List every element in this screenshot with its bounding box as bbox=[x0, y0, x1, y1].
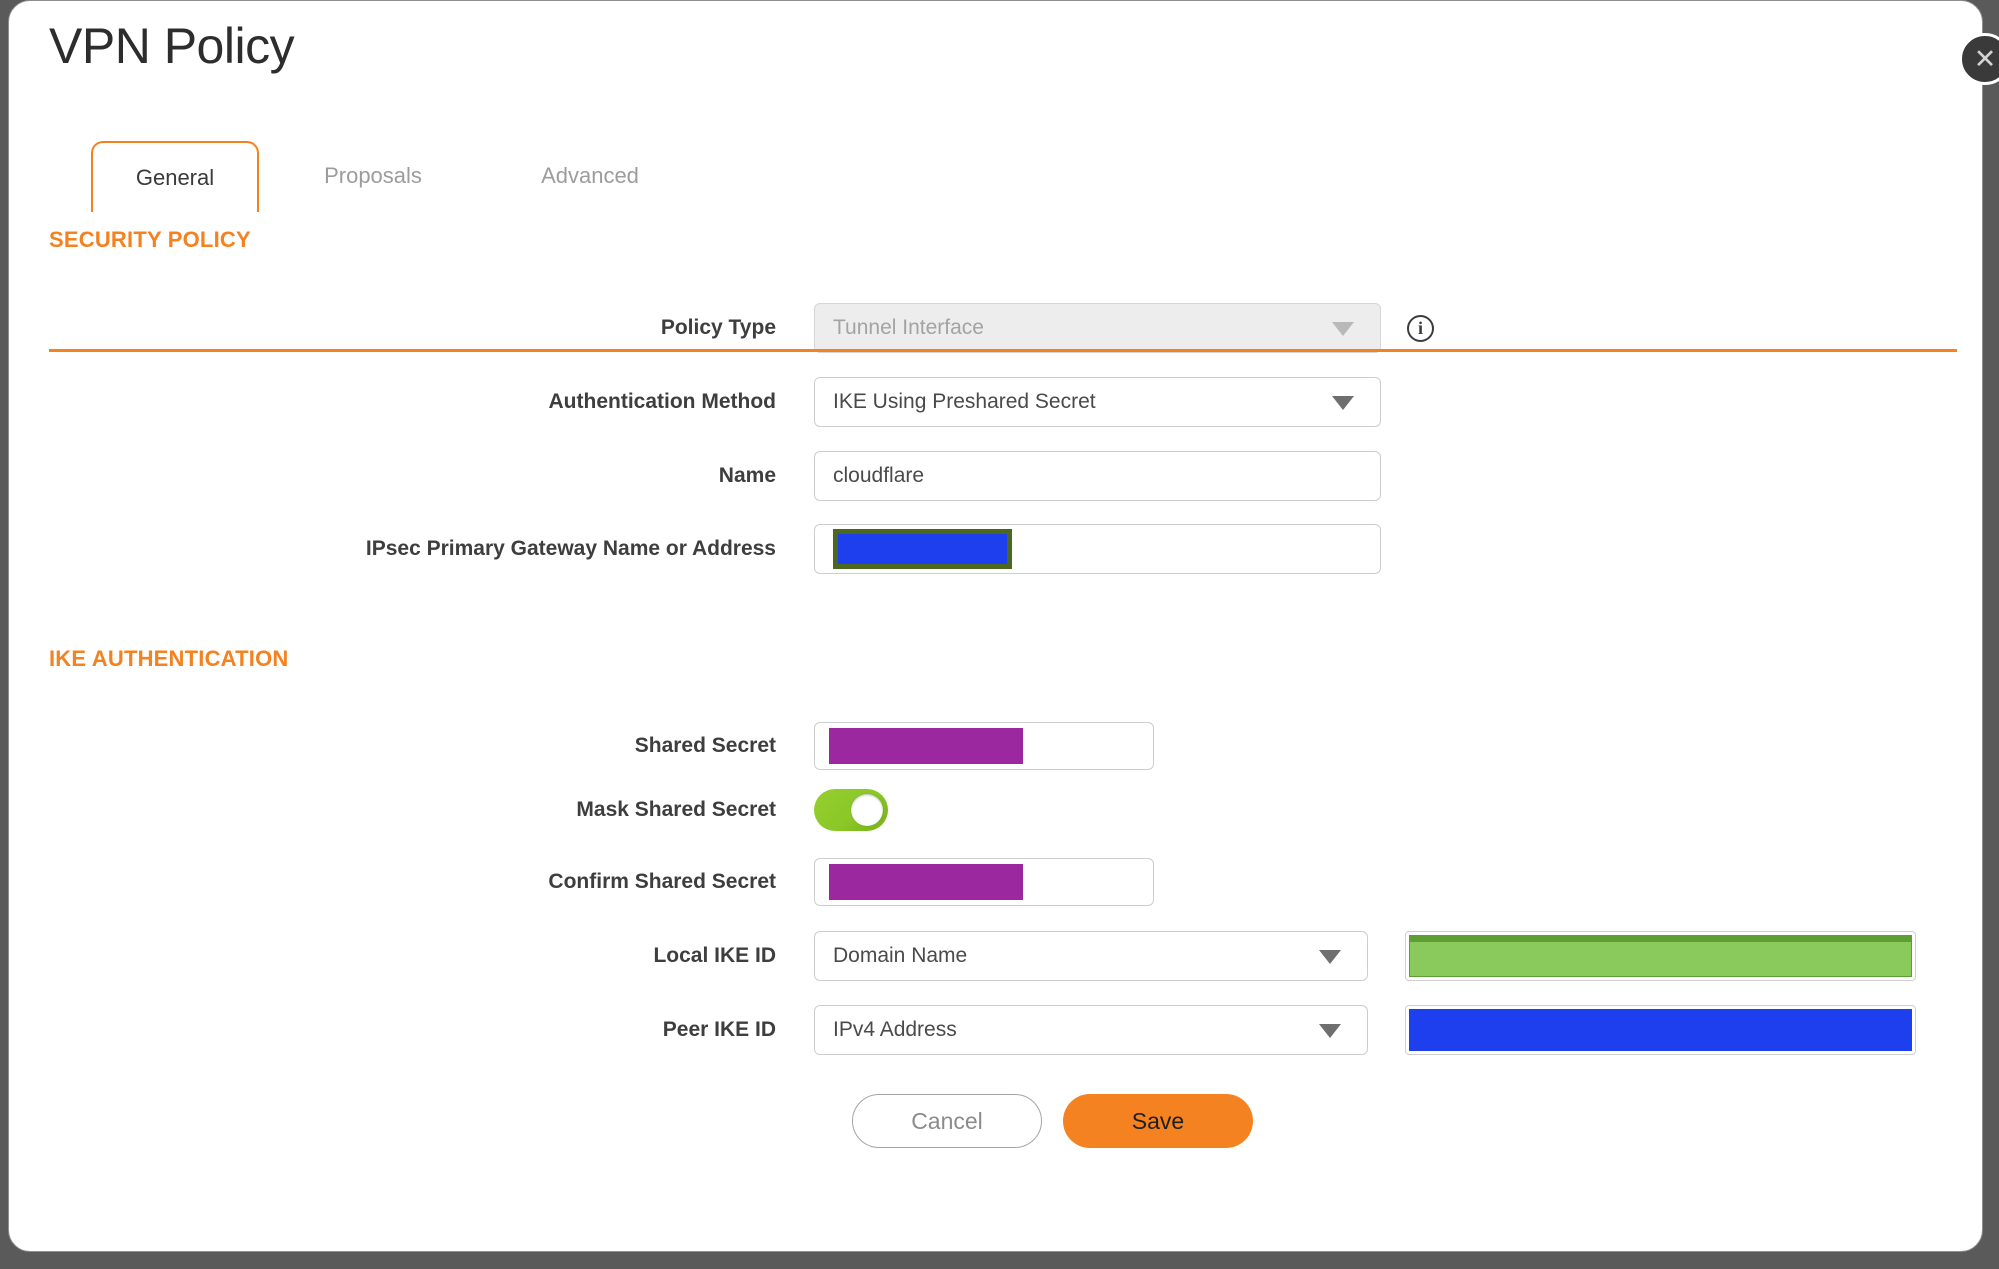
redacted-value-overlay bbox=[1409, 935, 1912, 977]
redacted-value-overlay bbox=[829, 728, 1023, 764]
policy-type-row: Policy Type Tunnel Interface i bbox=[49, 302, 1434, 354]
info-icon[interactable]: i bbox=[1407, 314, 1434, 342]
shared-secret-input[interactable] bbox=[814, 722, 1154, 770]
section-ike-authentication: IKE AUTHENTICATION bbox=[49, 646, 289, 671]
peer-ike-id-value: IPv4 Address bbox=[833, 1018, 957, 1041]
gateway-input[interactable] bbox=[814, 524, 1381, 574]
screen: VPN Policy General Proposals Advanced SE… bbox=[0, 0, 1999, 1269]
mask-shared-secret-label: Mask Shared Secret bbox=[576, 798, 776, 821]
local-ike-id-input[interactable] bbox=[1405, 931, 1916, 981]
gateway-label: IPsec Primary Gateway Name or Address bbox=[365, 537, 776, 560]
redacted-value-overlay bbox=[833, 529, 1012, 569]
confirm-shared-secret-label: Confirm Shared Secret bbox=[548, 870, 776, 893]
chevron-down-icon bbox=[1319, 1024, 1341, 1038]
cancel-button[interactable]: Cancel bbox=[852, 1094, 1042, 1148]
mask-shared-secret-toggle[interactable] bbox=[814, 789, 888, 831]
local-ike-id-label: Local IKE ID bbox=[653, 944, 776, 967]
auth-method-select[interactable]: IKE Using Preshared Secret bbox=[814, 377, 1381, 427]
page-title: VPN Policy bbox=[49, 18, 295, 74]
confirm-shared-secret-row: Confirm Shared Secret bbox=[49, 858, 1154, 906]
tab-proposals[interactable]: Proposals bbox=[293, 141, 453, 211]
shared-secret-label: Shared Secret bbox=[634, 734, 776, 757]
close-icon: ✕ bbox=[1973, 43, 1997, 74]
action-buttons: Cancel Save bbox=[852, 1093, 1253, 1149]
shared-secret-row: Shared Secret bbox=[49, 722, 1154, 770]
mask-shared-secret-row: Mask Shared Secret bbox=[49, 788, 888, 832]
chevron-down-icon bbox=[1332, 322, 1354, 336]
peer-ike-id-select[interactable]: IPv4 Address bbox=[814, 1005, 1368, 1055]
name-row: Name cloudflare bbox=[49, 450, 1381, 502]
peer-ike-id-label: Peer IKE ID bbox=[662, 1018, 776, 1041]
auth-method-label: Authentication Method bbox=[548, 390, 776, 413]
auth-method-row: Authentication Method IKE Using Preshare… bbox=[49, 376, 1381, 428]
peer-ike-id-row: Peer IKE ID IPv4 Address bbox=[49, 1004, 1916, 1056]
chevron-down-icon bbox=[1332, 396, 1354, 410]
tab-underline bbox=[49, 349, 1957, 352]
close-button[interactable]: ✕ bbox=[1959, 33, 1999, 85]
section-security-policy: SECURITY POLICY bbox=[49, 227, 251, 252]
policy-type-label: Policy Type bbox=[660, 316, 776, 339]
name-input[interactable]: cloudflare bbox=[814, 451, 1381, 501]
toggle-knob bbox=[851, 794, 883, 826]
tab-advanced[interactable]: Advanced bbox=[510, 141, 670, 211]
local-ike-id-value: Domain Name bbox=[833, 944, 968, 967]
policy-type-select: Tunnel Interface bbox=[814, 303, 1381, 353]
peer-ike-id-input[interactable] bbox=[1405, 1005, 1916, 1055]
redacted-value-overlay bbox=[1409, 1009, 1912, 1051]
local-ike-id-select[interactable]: Domain Name bbox=[814, 931, 1368, 981]
auth-method-value: IKE Using Preshared Secret bbox=[833, 390, 1096, 413]
redacted-value-overlay bbox=[829, 864, 1023, 900]
save-button[interactable]: Save bbox=[1063, 1094, 1253, 1148]
name-label: Name bbox=[718, 464, 776, 487]
gateway-row: IPsec Primary Gateway Name or Address bbox=[49, 523, 1381, 575]
vpn-policy-dialog: VPN Policy General Proposals Advanced SE… bbox=[8, 0, 1999, 1252]
tab-bar: General Proposals Advanced bbox=[9, 141, 1999, 352]
policy-type-value: Tunnel Interface bbox=[833, 316, 984, 339]
chevron-down-icon bbox=[1319, 950, 1341, 964]
local-ike-id-row: Local IKE ID Domain Name bbox=[49, 930, 1916, 982]
name-value: cloudflare bbox=[833, 464, 925, 487]
confirm-shared-secret-input[interactable] bbox=[814, 858, 1154, 906]
tab-general[interactable]: General bbox=[91, 141, 259, 212]
